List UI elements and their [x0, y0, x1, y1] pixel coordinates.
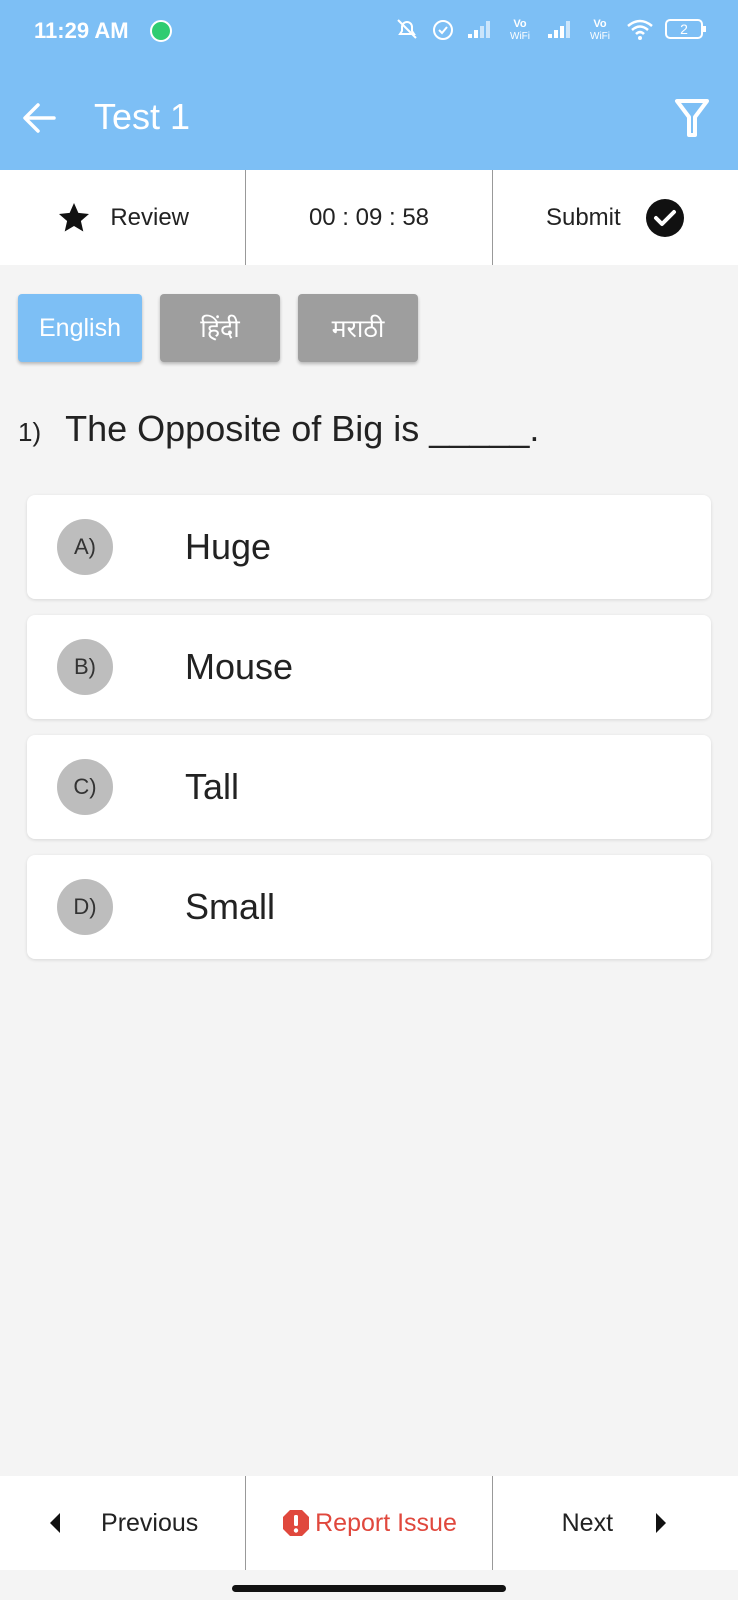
- question: 1) The Opposite of Big is _____.: [18, 408, 539, 450]
- whatsapp-icon: [150, 20, 172, 42]
- svg-text:Vo: Vo: [513, 18, 527, 30]
- battery-icon: 2: [665, 19, 706, 39]
- status-bar: 11:29 AM Vo WiFi Vo WiFi 2: [0, 0, 738, 64]
- review-button[interactable]: Review: [0, 170, 245, 265]
- signal-icon: [548, 21, 570, 38]
- filter-icon[interactable]: [674, 97, 710, 139]
- option-text: Tall: [185, 766, 240, 807]
- vowifi-icon: Vo WiFi: [510, 18, 530, 42]
- submit-label: Submit: [545, 203, 621, 231]
- mute-icon: [397, 19, 417, 39]
- svg-text:2: 2: [680, 21, 688, 37]
- option-a[interactable]: A) Huge: [27, 495, 711, 599]
- option-d[interactable]: D) Small: [27, 855, 711, 959]
- bottom-navigation: Previous Report Issue Next: [0, 1476, 738, 1570]
- page-title: Test 1: [94, 96, 191, 137]
- report-issue-label: Report Issue: [315, 1508, 457, 1537]
- option-text: Mouse: [185, 646, 294, 687]
- option-text: Huge: [185, 526, 272, 567]
- test-toolbar: Review 00 : 09 : 58 Submit: [0, 170, 738, 265]
- next-label: Next: [561, 1508, 614, 1537]
- language-english-button[interactable]: English: [18, 294, 142, 362]
- vowifi-icon: Vo WiFi: [590, 18, 610, 42]
- language-selector: English हिंदी मराठी: [18, 294, 418, 362]
- arrow-left-icon[interactable]: [20, 100, 60, 136]
- option-letter: A): [57, 519, 113, 575]
- language-hindi-button[interactable]: हिंदी: [160, 294, 280, 362]
- alarm-icon: [433, 20, 453, 40]
- option-b[interactable]: B) Mouse: [27, 615, 711, 719]
- option-text: Small: [185, 886, 276, 927]
- signal-icon: [468, 21, 490, 38]
- svg-text:WiFi: WiFi: [590, 31, 610, 42]
- next-button[interactable]: Next: [491, 1476, 738, 1570]
- timer-value: 00 : 09 : 58: [308, 203, 430, 231]
- option-letter: C): [57, 759, 113, 815]
- option-letter: B): [57, 639, 113, 695]
- language-marathi-button[interactable]: मराठी: [298, 294, 418, 362]
- option-letter: D): [57, 879, 113, 935]
- review-label: Review: [110, 203, 190, 231]
- star-icon: [59, 202, 90, 231]
- caret-right-icon: [656, 1513, 667, 1533]
- check-circle-icon: [645, 198, 684, 237]
- report-issue-button[interactable]: Report Issue: [245, 1476, 491, 1570]
- wifi-icon: [627, 19, 653, 40]
- caret-left-icon: [50, 1513, 61, 1533]
- alert-icon: [283, 1510, 310, 1536]
- status-time: 11:29 AM: [34, 18, 129, 43]
- submit-button[interactable]: Submit: [491, 170, 738, 265]
- previous-button[interactable]: Previous: [0, 1476, 245, 1570]
- status-icons: Vo WiFi Vo WiFi 2: [394, 16, 708, 42]
- option-c[interactable]: C) Tall: [27, 735, 711, 839]
- svg-text:Vo: Vo: [593, 18, 607, 30]
- answer-options: A) Huge B) Mouse C) Tall D) Small: [27, 495, 711, 975]
- svg-text:WiFi: WiFi: [510, 31, 530, 42]
- question-number: 1): [18, 417, 42, 447]
- previous-label: Previous: [101, 1508, 199, 1537]
- home-indicator[interactable]: [232, 1585, 506, 1592]
- app-bar: 11:29 AM Vo WiFi Vo WiFi 2 Test 1: [0, 0, 738, 170]
- timer: 00 : 09 : 58: [245, 170, 491, 265]
- question-text: The Opposite of Big is _____.: [65, 408, 540, 449]
